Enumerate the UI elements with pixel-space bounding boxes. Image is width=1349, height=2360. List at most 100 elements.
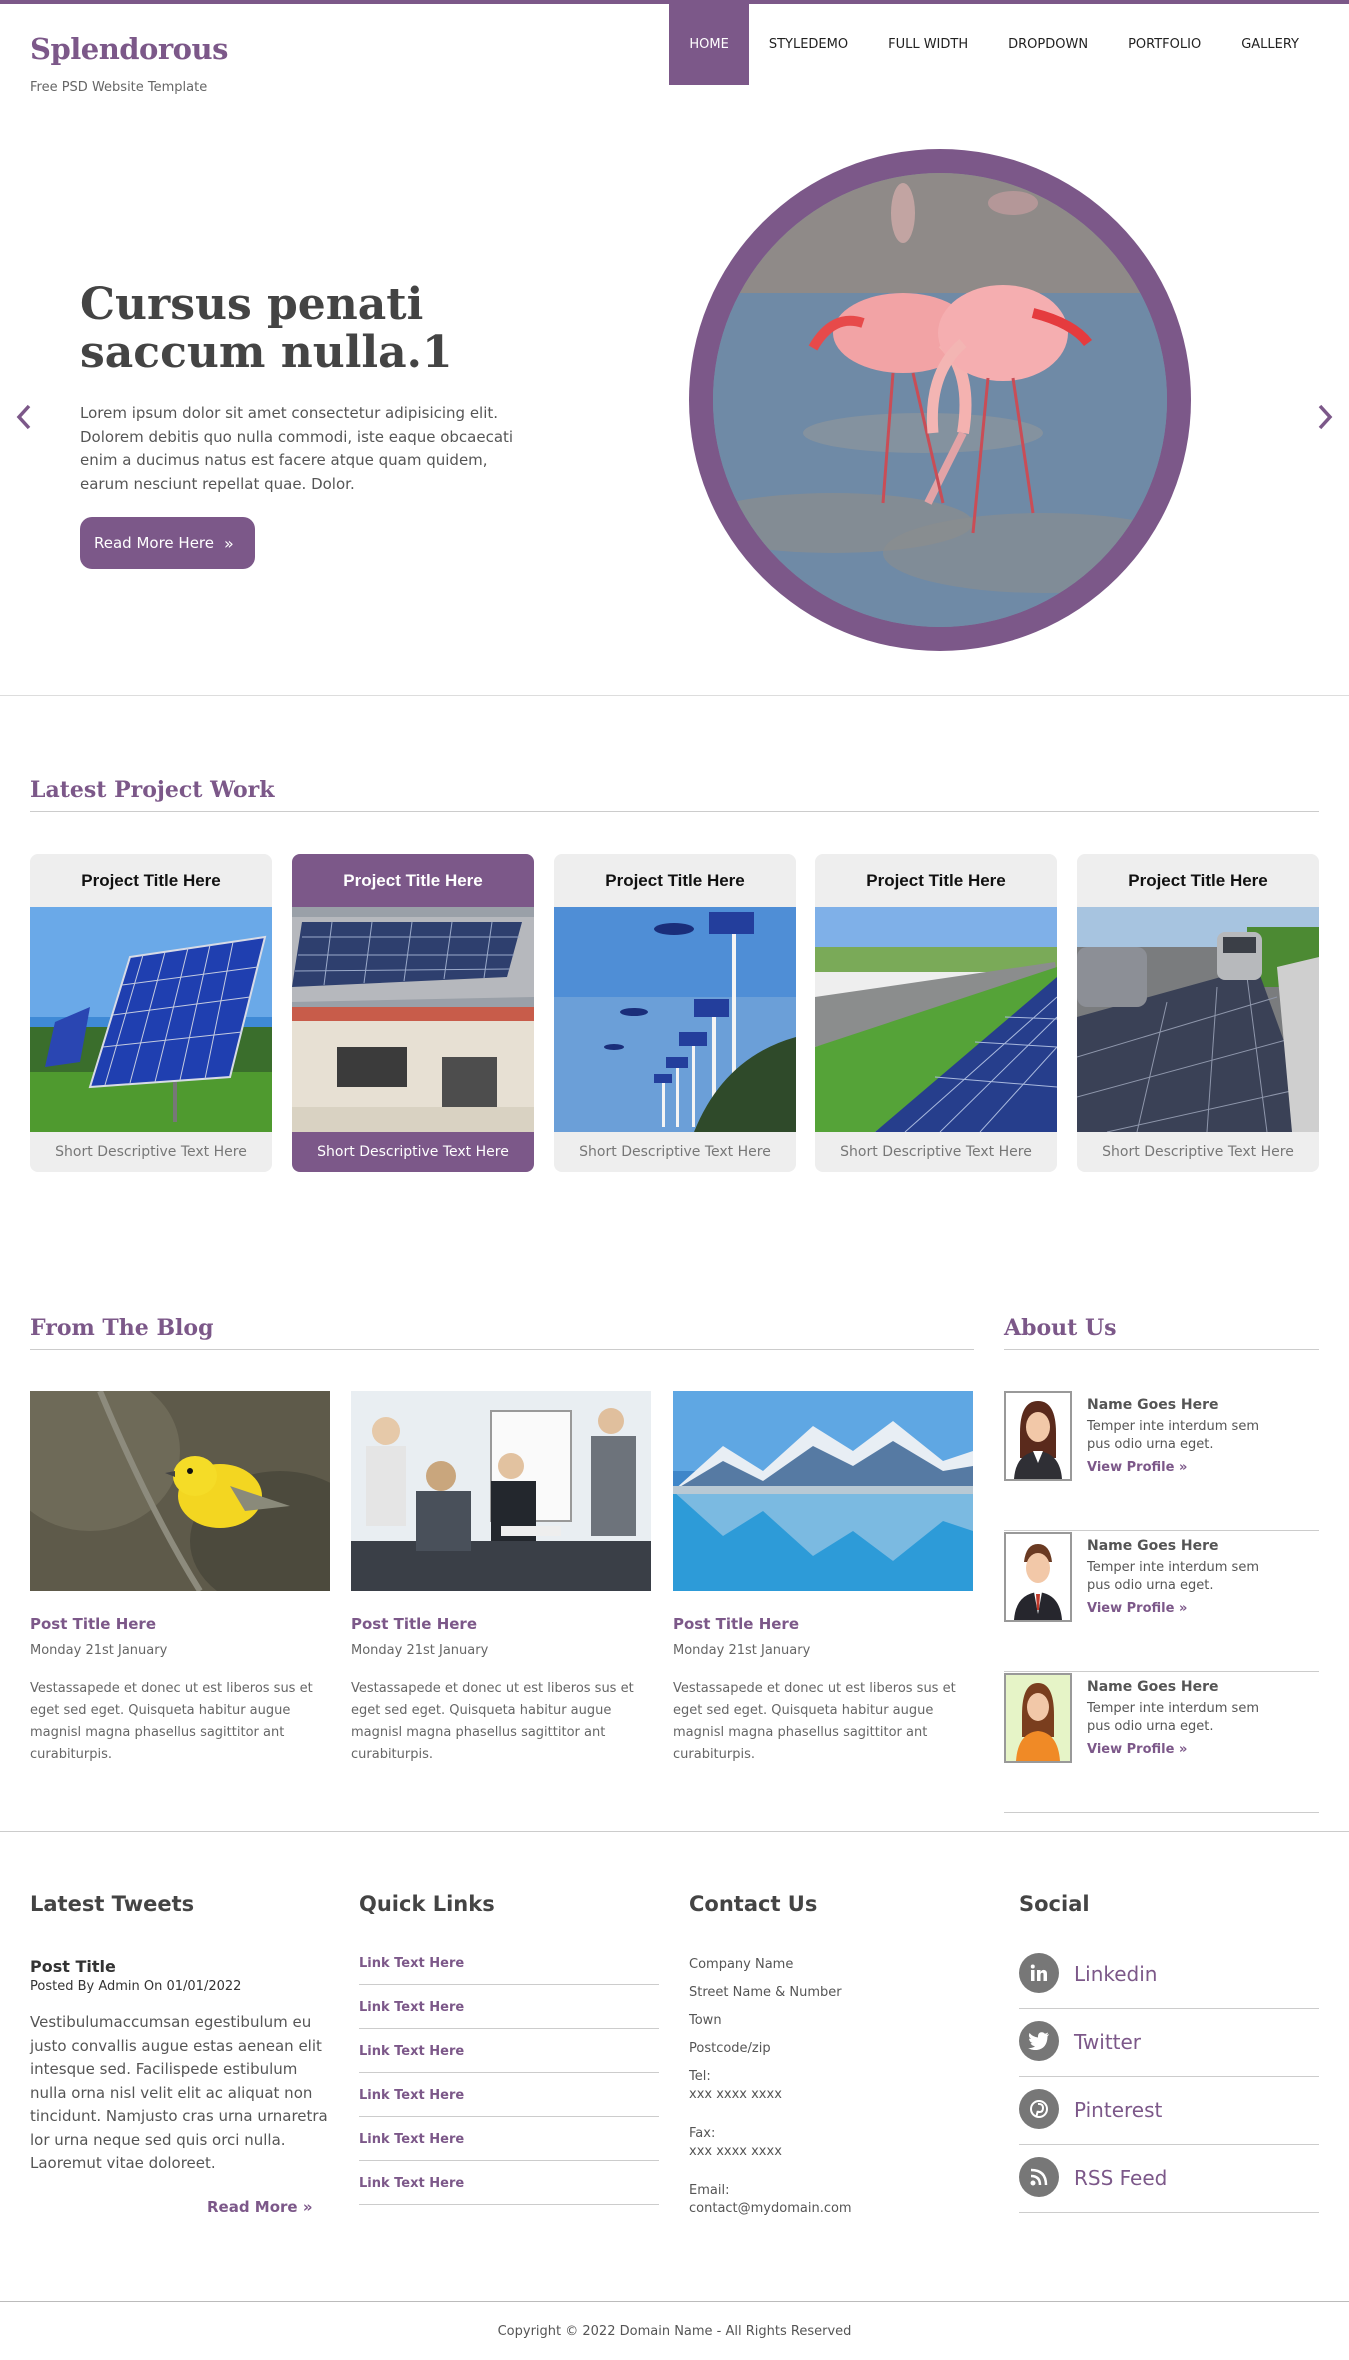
contact-street: Street Name & Number xyxy=(689,1985,842,2000)
blog-post: Post Title Here Monday 21st January Vest… xyxy=(30,1391,330,1766)
quick-link[interactable]: Link Text Here xyxy=(359,1985,659,2029)
contact-email-label: Email: xyxy=(689,2183,730,2198)
blog-post: Post Title Here Monday 21st January Vest… xyxy=(351,1391,651,1766)
post-excerpt: Vestassapede et donec ut est liberos sus… xyxy=(351,1681,634,1762)
view-profile-label: View Profile xyxy=(1087,1742,1175,1757)
member-bio: Temper inte interdum sem pus odio urna e… xyxy=(1087,1701,1259,1734)
tweet-read-more-label: Read More xyxy=(207,2198,298,2216)
view-profile-label: View Profile xyxy=(1087,1601,1175,1616)
yellow-bird-image[interactable] xyxy=(30,1391,330,1591)
female-avatar xyxy=(1004,1391,1072,1481)
post-date: Monday 21st January xyxy=(30,1643,168,1658)
projects-heading: Latest Project Work xyxy=(30,777,1319,812)
post-title[interactable]: Post Title Here xyxy=(30,1615,330,1633)
slider-prev-button[interactable] xyxy=(16,403,32,438)
double-chevron-right-icon: » xyxy=(224,533,234,553)
quick-links-heading: Quick Links xyxy=(359,1892,495,1916)
member-name: Name Goes Here xyxy=(1087,1679,1219,1695)
post-excerpt: Vestassapede et donec ut est liberos sus… xyxy=(30,1681,313,1762)
team-member: Name Goes Here Temper inte interdum sem … xyxy=(1004,1673,1319,1813)
slider-next-button[interactable] xyxy=(1317,403,1333,438)
contact-heading: Contact Us xyxy=(689,1892,818,1916)
social-label: Pinterest xyxy=(1074,2098,1163,2122)
blog-post: Post Title Here Monday 21st January Vest… xyxy=(673,1391,973,1766)
contact-company: Company Name xyxy=(689,1957,794,1972)
project-title: Project Title Here xyxy=(1128,870,1268,890)
contact-tel: xxx xxxx xxxx xyxy=(689,2087,782,2102)
quick-link[interactable]: Link Text Here xyxy=(359,1941,659,1985)
view-profile-link[interactable]: View Profile » xyxy=(1087,1460,1187,1475)
social-heading: Social xyxy=(1019,1892,1090,1916)
quick-link[interactable]: Link Text Here xyxy=(359,2073,659,2117)
solar-streetlights-image xyxy=(554,907,796,1132)
slide-read-more-button[interactable]: Read More Here » xyxy=(80,517,255,569)
contact-fax: xxx xxxx xxxx xyxy=(689,2144,782,2159)
slide-read-more-label: Read More Here xyxy=(94,534,214,552)
social-rss[interactable]: RSS Feed xyxy=(1019,2145,1319,2213)
slide-text: Lorem ipsum dolor sit amet consectetur a… xyxy=(80,404,514,493)
tweet-text: Vestibulumaccumsan egestibulum eu justo … xyxy=(30,2013,328,2172)
member-bio: Temper inte interdum sem pus odio urna e… xyxy=(1087,1560,1259,1593)
quick-link[interactable]: Link Text Here xyxy=(359,2117,659,2161)
member-bio: Temper inte interdum sem pus odio urna e… xyxy=(1087,1419,1259,1452)
post-title[interactable]: Post Title Here xyxy=(673,1615,973,1633)
hero-slider: Cursus penati saccum nulla.1 Lorem ipsum… xyxy=(0,8,1349,696)
member-name: Name Goes Here xyxy=(1087,1538,1219,1554)
project-description: Short Descriptive Text Here xyxy=(579,1144,771,1160)
twitter-icon xyxy=(1019,2021,1059,2061)
team-member: Name Goes Here Temper inte interdum sem … xyxy=(1004,1532,1319,1672)
social-label: Linkedin xyxy=(1074,1962,1158,1986)
tweet-title: Post Title xyxy=(30,1957,116,1976)
post-excerpt: Vestassapede et donec ut est liberos sus… xyxy=(673,1681,956,1762)
copyright-text: Copyright © 2022 Domain Name - All Right… xyxy=(497,2324,852,2339)
double-chevron-right-icon: » xyxy=(1178,1460,1188,1475)
project-card[interactable]: Project Title Here Short Descriptive Tex… xyxy=(554,854,796,1172)
project-card[interactable]: Project Title Here Short Descriptive Tex… xyxy=(1077,854,1319,1172)
rooftop-solar-image xyxy=(292,907,534,1132)
social-linkedin[interactable]: Linkedin xyxy=(1019,1941,1319,2009)
contact-tel-label: Tel: xyxy=(689,2069,711,2084)
project-title: Project Title Here xyxy=(866,870,1006,890)
post-date: Monday 21st January xyxy=(673,1643,811,1658)
female-avatar xyxy=(1004,1673,1072,1763)
view-profile-link[interactable]: View Profile » xyxy=(1087,1601,1187,1616)
team-member: Name Goes Here Temper inte interdum sem … xyxy=(1004,1391,1319,1531)
view-profile-label: View Profile xyxy=(1087,1460,1175,1475)
project-card[interactable]: Project Title Here Short Descriptive Tex… xyxy=(30,854,272,1172)
male-avatar xyxy=(1004,1532,1072,1622)
footer-divider xyxy=(0,1831,1349,1832)
project-card[interactable]: Project Title Here Short Descriptive Tex… xyxy=(815,854,1057,1172)
quick-link[interactable]: Link Text Here xyxy=(359,2161,659,2205)
project-title: Project Title Here xyxy=(81,870,221,890)
contact-town: Town xyxy=(689,2013,722,2028)
tweet-read-more-link[interactable]: Read More » xyxy=(207,2198,313,2216)
project-title: Project Title Here xyxy=(605,870,745,890)
business-meeting-image[interactable] xyxy=(351,1391,651,1591)
view-profile-link[interactable]: View Profile » xyxy=(1087,1742,1187,1757)
chevron-left-icon xyxy=(16,404,31,430)
rss-icon xyxy=(1019,2157,1059,2197)
project-title: Project Title Here xyxy=(343,870,483,890)
mountain-lake-image[interactable] xyxy=(673,1391,973,1591)
chevron-right-icon xyxy=(1318,404,1333,430)
tweet-meta: Posted By Admin On 01/01/2022 xyxy=(30,1979,242,1994)
project-card-active[interactable]: Project Title Here Short Descriptive Tex… xyxy=(292,854,534,1172)
post-date: Monday 21st January xyxy=(351,1643,489,1658)
quick-link[interactable]: Link Text Here xyxy=(359,2029,659,2073)
project-description: Short Descriptive Text Here xyxy=(840,1144,1032,1160)
contact-fax-label: Fax: xyxy=(689,2126,716,2141)
solar-roadway-cars-image xyxy=(1077,907,1319,1132)
solar-panel-field-image xyxy=(30,907,272,1132)
flamingo-image xyxy=(713,173,1167,627)
social-label: RSS Feed xyxy=(1074,2166,1168,2190)
contact-postcode: Postcode/zip xyxy=(689,2041,771,2056)
contact-email[interactable]: contact@mydomain.com xyxy=(689,2200,852,2218)
social-pinterest[interactable]: Pinterest xyxy=(1019,2077,1319,2145)
post-title[interactable]: Post Title Here xyxy=(351,1615,651,1633)
project-description: Short Descriptive Text Here xyxy=(1102,1144,1294,1160)
linkedin-icon xyxy=(1019,1953,1059,1993)
social-twitter[interactable]: Twitter xyxy=(1019,2009,1319,2077)
about-heading: About Us xyxy=(1004,1315,1319,1350)
slide-image-frame xyxy=(689,149,1191,651)
solar-road-image xyxy=(815,907,1057,1132)
